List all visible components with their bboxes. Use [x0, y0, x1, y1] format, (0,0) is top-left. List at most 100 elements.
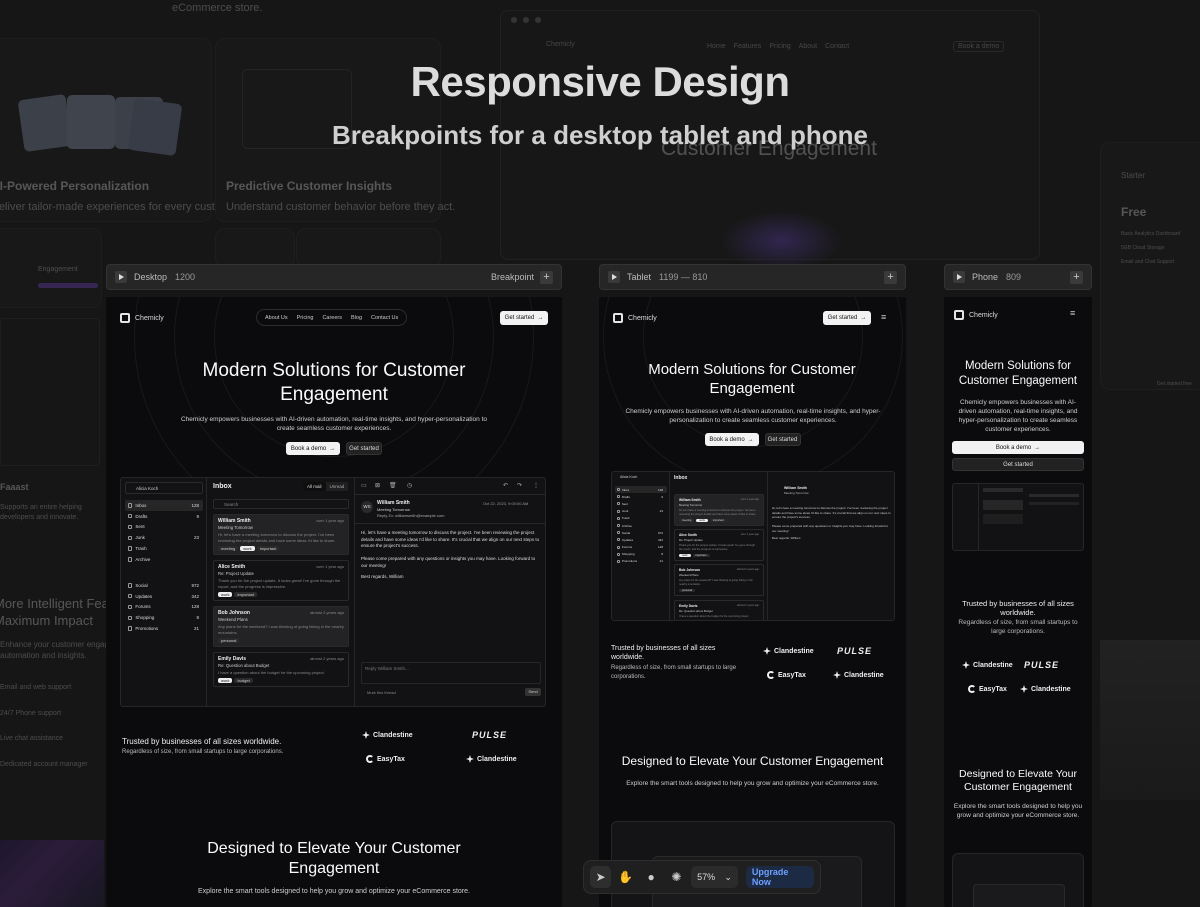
mail-item[interactable]: Emily Davis almost 2 years ago Re: Questio… — [674, 599, 764, 620]
sidebar-item-inbox[interactable]: Inbox 128 — [125, 500, 203, 511]
sidebar-item-junk[interactable]: Junk 23 — [125, 532, 203, 543]
mail-item[interactable]: Bob Johnson almost 2 years ago Weekend Pla… — [213, 606, 349, 647]
section-desc: Explore the smart tools designed to help… — [626, 780, 879, 787]
sidebar-item-shopping[interactable]: Shopping 8 — [615, 551, 667, 558]
nav-item[interactable]: Blog — [351, 315, 362, 321]
sidebar-item-social[interactable]: Social 972 — [125, 580, 203, 591]
hero-get-started-button[interactable]: Get started — [764, 433, 801, 446]
sidebar-item-shopping[interactable]: Shopping 8 — [125, 612, 203, 623]
site-logo[interactable]: Chemicly — [954, 310, 998, 320]
tablet-breakpoint-bar[interactable]: Tablet 1199 — 810 + — [599, 264, 906, 290]
nav-item[interactable]: Careers — [322, 315, 342, 321]
site-logo[interactable]: Chemicly — [613, 313, 657, 323]
sidebar-item-drafts[interactable]: Drafts 9 — [615, 493, 667, 500]
add-breakpoint-button[interactable]: + — [540, 270, 553, 284]
comment-icon[interactable]: ● — [641, 866, 662, 888]
section-title: Designed to Elevate Your Customer Engage… — [207, 840, 461, 877]
phone-breakpoint-bar[interactable]: Phone 809 + — [944, 264, 1092, 290]
hero-get-started-button[interactable]: Get started — [346, 442, 382, 455]
sidebar-item-sent[interactable]: Sent — [615, 500, 667, 507]
sidebar-item-drafts[interactable]: Drafts 9 — [125, 511, 203, 522]
mail-time: almost 2 years ago — [736, 568, 759, 572]
reading-pane: ▭ ⊠ 🗑 ◷ ↶ ↷ ⋮ WS William Smith Meeting T… — [355, 478, 545, 706]
sidebar-item-inbox[interactable]: Inbox 128 — [615, 486, 667, 494]
bg-plan-item: Basic Analytics Dashboard — [1121, 231, 1181, 237]
mail-item[interactable]: Alice Smith over 1 year ago Re: Project Up… — [674, 529, 764, 562]
sidebar-item-forums[interactable]: Forums 128 — [125, 602, 203, 613]
sidebar-item-trash[interactable]: Trash — [615, 515, 667, 522]
reading-body: Please come prepared with any questions … — [361, 556, 536, 568]
mail-list: William Smith over 1 year ago Meeting Tomo… — [213, 514, 349, 692]
hero-buttons: Book a demo → Get started — [106, 442, 562, 455]
get-started-button[interactable]: Get started → — [823, 311, 871, 325]
tab-unread[interactable]: Unread — [326, 482, 349, 491]
logo-icon — [120, 313, 130, 323]
cursor-icon[interactable]: ➤ — [590, 866, 612, 888]
menu-icon[interactable]: ≡ — [881, 313, 886, 322]
site-logo[interactable]: Chemicly — [120, 313, 164, 323]
sidebar-item-social[interactable]: Social 972 — [615, 529, 667, 536]
book-demo-button[interactable]: Book a demo → — [704, 433, 759, 446]
get-started-button[interactable]: Get started → — [500, 311, 548, 325]
mail-item[interactable]: William Smith over 1 year ago Meeting Tomo… — [674, 494, 764, 526]
nav-item[interactable]: About Us — [265, 315, 288, 321]
book-demo-button[interactable]: Book a demo → — [952, 441, 1084, 454]
send-button[interactable]: Send — [525, 688, 541, 696]
mail-item[interactable]: Bob Johnson almost 2 years ago Weekend Pla… — [674, 564, 764, 597]
nav-item[interactable]: Contact Us — [371, 315, 398, 321]
logo-icon — [613, 313, 623, 323]
sidebar-item-archive[interactable]: Archive — [615, 522, 667, 529]
folder-label: Updates — [621, 537, 634, 542]
mail-list-pane: Inbox William Smith over 1 year ago Meetin… — [670, 472, 768, 620]
mail-tag: personal — [218, 638, 240, 643]
nav-item[interactable]: Pricing — [297, 315, 314, 321]
inbox-app-window: Alicia Koch Inbox 128 Drafts 9 Sent Junk 23 Tra… — [120, 477, 546, 707]
mail-tag: work — [218, 678, 233, 683]
desktop-breakpoint-bar[interactable]: Desktop 1200 Breakpoint + — [106, 264, 562, 290]
folder-count: 23 — [193, 535, 199, 541]
reply-textarea[interactable]: Reply William Smith... — [361, 662, 541, 684]
account-switcher[interactable]: Alicia Koch — [125, 482, 203, 494]
reply-icon[interactable]: ↶ — [503, 482, 508, 489]
site-hero-desc: Chemicly empowers businesses with AI-dri… — [958, 399, 1078, 433]
inbox-sidebar — [953, 484, 979, 550]
forward-icon[interactable]: ↷ — [517, 482, 522, 489]
book-demo-button[interactable]: Book a demo → — [286, 442, 340, 455]
sidebar-item-junk[interactable]: Junk 23 — [615, 508, 667, 515]
upgrade-button[interactable]: Upgrade Now — [745, 866, 814, 888]
folder-label: Sent — [135, 524, 145, 530]
mail-item[interactable]: Emily Davis almost 2 years ago Re: Questio… — [213, 652, 349, 687]
junk-icon[interactable]: ⊠ — [375, 482, 380, 489]
sun-icon[interactable]: ✺ — [666, 866, 687, 888]
menu-icon[interactable]: ≡ — [1070, 309, 1075, 318]
sidebar-item-updates[interactable]: Updates 342 — [615, 536, 667, 543]
trash-icon[interactable]: 🗑 — [389, 482, 397, 489]
search-input[interactable]: Search — [213, 499, 349, 509]
sidebar-item-promotions[interactable]: Promotions 21 — [125, 623, 203, 634]
sidebar-item-archive[interactable]: Archive — [125, 554, 203, 565]
play-icon[interactable] — [608, 271, 620, 283]
clock-icon[interactable]: ◷ — [407, 482, 412, 489]
mail-item[interactable]: Alice Smith over 1 year ago Re: Project Up… — [213, 560, 349, 601]
star-icon — [962, 661, 970, 669]
play-icon[interactable] — [115, 271, 127, 283]
add-breakpoint-button[interactable]: + — [884, 270, 897, 284]
archive-icon[interactable]: ▭ — [361, 482, 367, 489]
more-icon[interactable]: ⋮ — [533, 482, 539, 489]
get-started-label: Get started — [504, 315, 535, 321]
sidebar-item-updates[interactable]: Updates 342 — [125, 591, 203, 602]
sidebar-item-trash[interactable]: Trash — [125, 543, 203, 554]
sidebar-item-forums[interactable]: Forums 128 — [615, 544, 667, 551]
mail-item[interactable]: William Smith over 1 year ago Meeting Tomo… — [213, 514, 349, 555]
folder-count: 128 — [191, 604, 199, 610]
sidebar-item-sent[interactable]: Sent — [125, 522, 203, 533]
site-hero-desc: Chemicly empowers businesses with AI-dri… — [625, 408, 881, 424]
add-breakpoint-button[interactable]: + — [1070, 270, 1083, 284]
hero-get-started-button[interactable]: Get started — [952, 458, 1084, 471]
zoom-select[interactable]: 57% ⌄ — [691, 866, 738, 888]
tab-all-mail[interactable]: All mail — [303, 482, 326, 491]
hand-icon[interactable]: ✋ — [615, 866, 636, 888]
play-icon[interactable] — [953, 271, 965, 283]
mute-toggle[interactable]: Mute this thread — [367, 690, 396, 695]
sidebar-item-promotions[interactable]: Promotions 21 — [615, 558, 667, 565]
